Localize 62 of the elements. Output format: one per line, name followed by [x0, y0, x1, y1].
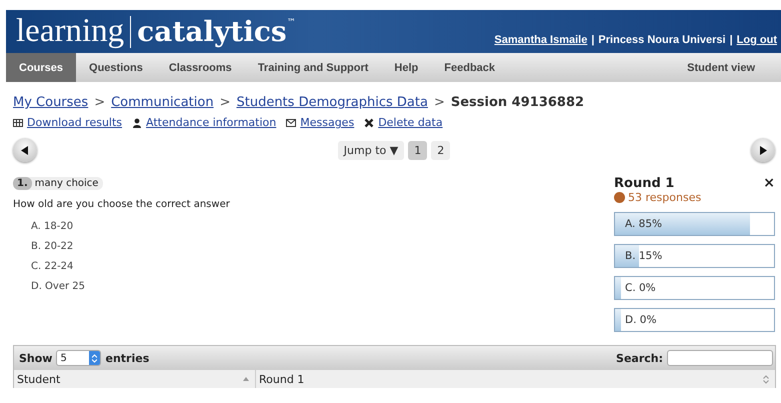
logo-text: catalytics: [137, 18, 287, 46]
action-link[interactable]: Download results: [27, 116, 122, 129]
stepper-icon: [92, 354, 98, 362]
sort-icon: [763, 374, 769, 384]
breadcrumb-separator: >: [94, 95, 106, 110]
nav-tab[interactable]: Help: [381, 53, 432, 82]
separator: |: [591, 34, 594, 46]
bar-label: A. 85%: [624, 218, 662, 230]
nav-tab[interactable]: Classrooms: [156, 53, 245, 82]
nav-tab[interactable]: Feedback: [431, 53, 508, 82]
question-text: How old are you choose the correct answer: [13, 199, 231, 210]
page-size-select[interactable]: 5: [56, 350, 102, 366]
page-button[interactable]: 1: [408, 140, 428, 160]
breadcrumb-link[interactable]: My Courses: [13, 95, 88, 110]
column-header[interactable]: Round 1: [256, 370, 775, 388]
entries-label: entries: [105, 352, 150, 364]
trademark: ™: [286, 19, 296, 28]
envelope-icon: [286, 118, 296, 128]
right-arrow-icon: [758, 146, 767, 154]
student-view-link[interactable]: Student view: [674, 53, 768, 82]
answer-option: D. Over 25: [31, 281, 614, 292]
person-icon: [132, 118, 142, 128]
breadcrumb-link[interactable]: Students Demographics Data: [236, 95, 428, 110]
action-link[interactable]: Messages: [300, 116, 354, 129]
cross-icon: [364, 118, 374, 128]
answer-option: C. 22-24: [31, 261, 614, 272]
breadcrumb-separator: >: [434, 95, 445, 110]
action-link[interactable]: Delete data: [378, 116, 443, 129]
response-count: 53 responses: [628, 191, 702, 204]
search-label: Search:: [616, 352, 663, 364]
page-button[interactable]: 2: [431, 140, 450, 160]
logo-text: learning: [16, 15, 124, 48]
search-field[interactable]: [667, 350, 773, 366]
action-link[interactable]: Attendance information: [146, 116, 276, 129]
status-dot: [614, 192, 625, 203]
nav-tab[interactable]: Training and Support: [244, 53, 382, 82]
next-button[interactable]: [750, 138, 775, 162]
close-button[interactable]: ×: [763, 175, 775, 191]
header-link[interactable]: Samantha Ismaile: [494, 34, 588, 46]
show-label: Show: [19, 352, 52, 364]
breadcrumb-separator: >: [220, 95, 230, 110]
institution-name: Princess Noura Universi: [598, 34, 726, 46]
breadcrumb-link[interactable]: Communication: [111, 95, 214, 110]
nav-tab[interactable]: Questions: [76, 53, 156, 82]
session-title: Session 49136882: [450, 95, 584, 110]
nav-tab[interactable]: Courses: [6, 53, 76, 82]
left-arrow-icon: [21, 146, 29, 154]
answer-option: B. 20-22: [31, 241, 614, 252]
bar-label: D. 0%: [624, 314, 656, 326]
column-header[interactable]: Student: [14, 370, 256, 388]
round-title: Round 1: [614, 176, 674, 190]
previous-button[interactable]: [13, 138, 37, 162]
header-link[interactable]: Log out: [736, 34, 777, 46]
table-icon: [13, 118, 23, 128]
answer-option: A. 18-20: [31, 221, 614, 232]
separator: |: [730, 34, 733, 46]
bar-label: C. 0%: [624, 282, 656, 294]
sort-up-icon: [243, 377, 249, 381]
jump-to-button[interactable]: Jump to ▼: [338, 140, 404, 160]
bar-label: B. 15%: [624, 250, 662, 262]
question-number: 1.: [13, 177, 32, 190]
question-type: many choice: [34, 177, 100, 190]
